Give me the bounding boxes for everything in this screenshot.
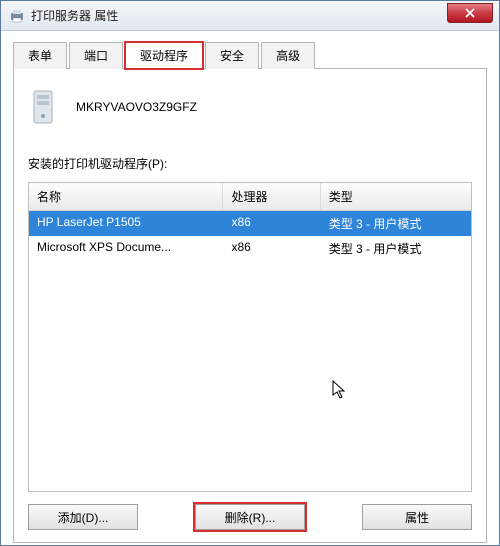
properties-button[interactable]: 属性 bbox=[362, 504, 472, 530]
client-area: 表单 端口 驱动程序 安全 高级 MKRYVAOVO3Z9GFZ 安装的打印机驱… bbox=[1, 31, 499, 545]
driver-name: Microsoft XPS Docume... bbox=[29, 236, 223, 261]
close-button[interactable] bbox=[447, 3, 493, 23]
driver-processor: x86 bbox=[223, 211, 320, 236]
tab-advanced[interactable]: 高级 bbox=[261, 42, 315, 69]
printer-icon bbox=[9, 8, 25, 24]
remove-button[interactable]: 删除(R)... bbox=[195, 504, 305, 530]
dialog-window: 打印服务器 属性 表单 端口 驱动程序 安全 高级 MKRYVAOVO3Z9GF… bbox=[0, 0, 500, 546]
tab-forms[interactable]: 表单 bbox=[13, 42, 67, 69]
driver-row[interactable]: Microsoft XPS Docume... x86 类型 3 - 用户模式 bbox=[29, 236, 471, 261]
column-name[interactable]: 名称 bbox=[29, 183, 223, 210]
driver-name: HP LaserJet P1505 bbox=[29, 211, 223, 236]
server-row: MKRYVAOVO3Z9GFZ bbox=[28, 89, 472, 125]
section-label: 安装的打印机驱动程序(P): bbox=[28, 155, 472, 172]
driver-type: 类型 3 - 用户模式 bbox=[321, 211, 471, 236]
driver-processor: x86 bbox=[223, 236, 320, 261]
tab-ports[interactable]: 端口 bbox=[69, 42, 123, 69]
driver-listview[interactable]: 名称 处理器 类型 HP LaserJet P1505 x86 类型 3 - 用… bbox=[28, 182, 472, 492]
column-processor[interactable]: 处理器 bbox=[223, 183, 320, 210]
titlebar: 打印服务器 属性 bbox=[1, 1, 499, 31]
driver-rows: HP LaserJet P1505 x86 类型 3 - 用户模式 Micros… bbox=[29, 211, 471, 491]
server-name: MKRYVAOVO3Z9GFZ bbox=[76, 100, 197, 114]
tab-drivers[interactable]: 驱动程序 bbox=[125, 42, 203, 69]
window-title: 打印服务器 属性 bbox=[31, 7, 118, 24]
add-button[interactable]: 添加(D)... bbox=[28, 504, 138, 530]
close-icon bbox=[465, 8, 475, 18]
column-type[interactable]: 类型 bbox=[321, 183, 471, 210]
driver-type: 类型 3 - 用户模式 bbox=[321, 236, 471, 261]
column-headers: 名称 处理器 类型 bbox=[29, 183, 471, 211]
server-tower-icon bbox=[28, 89, 58, 125]
tabstrip: 表单 端口 驱动程序 安全 高级 bbox=[13, 41, 487, 69]
driver-row[interactable]: HP LaserJet P1505 x86 类型 3 - 用户模式 bbox=[29, 211, 471, 236]
tab-security[interactable]: 安全 bbox=[205, 42, 259, 69]
button-row: 添加(D)... 删除(R)... 属性 bbox=[28, 504, 472, 530]
drivers-pane: MKRYVAOVO3Z9GFZ 安装的打印机驱动程序(P): 名称 处理器 类型… bbox=[13, 69, 487, 543]
